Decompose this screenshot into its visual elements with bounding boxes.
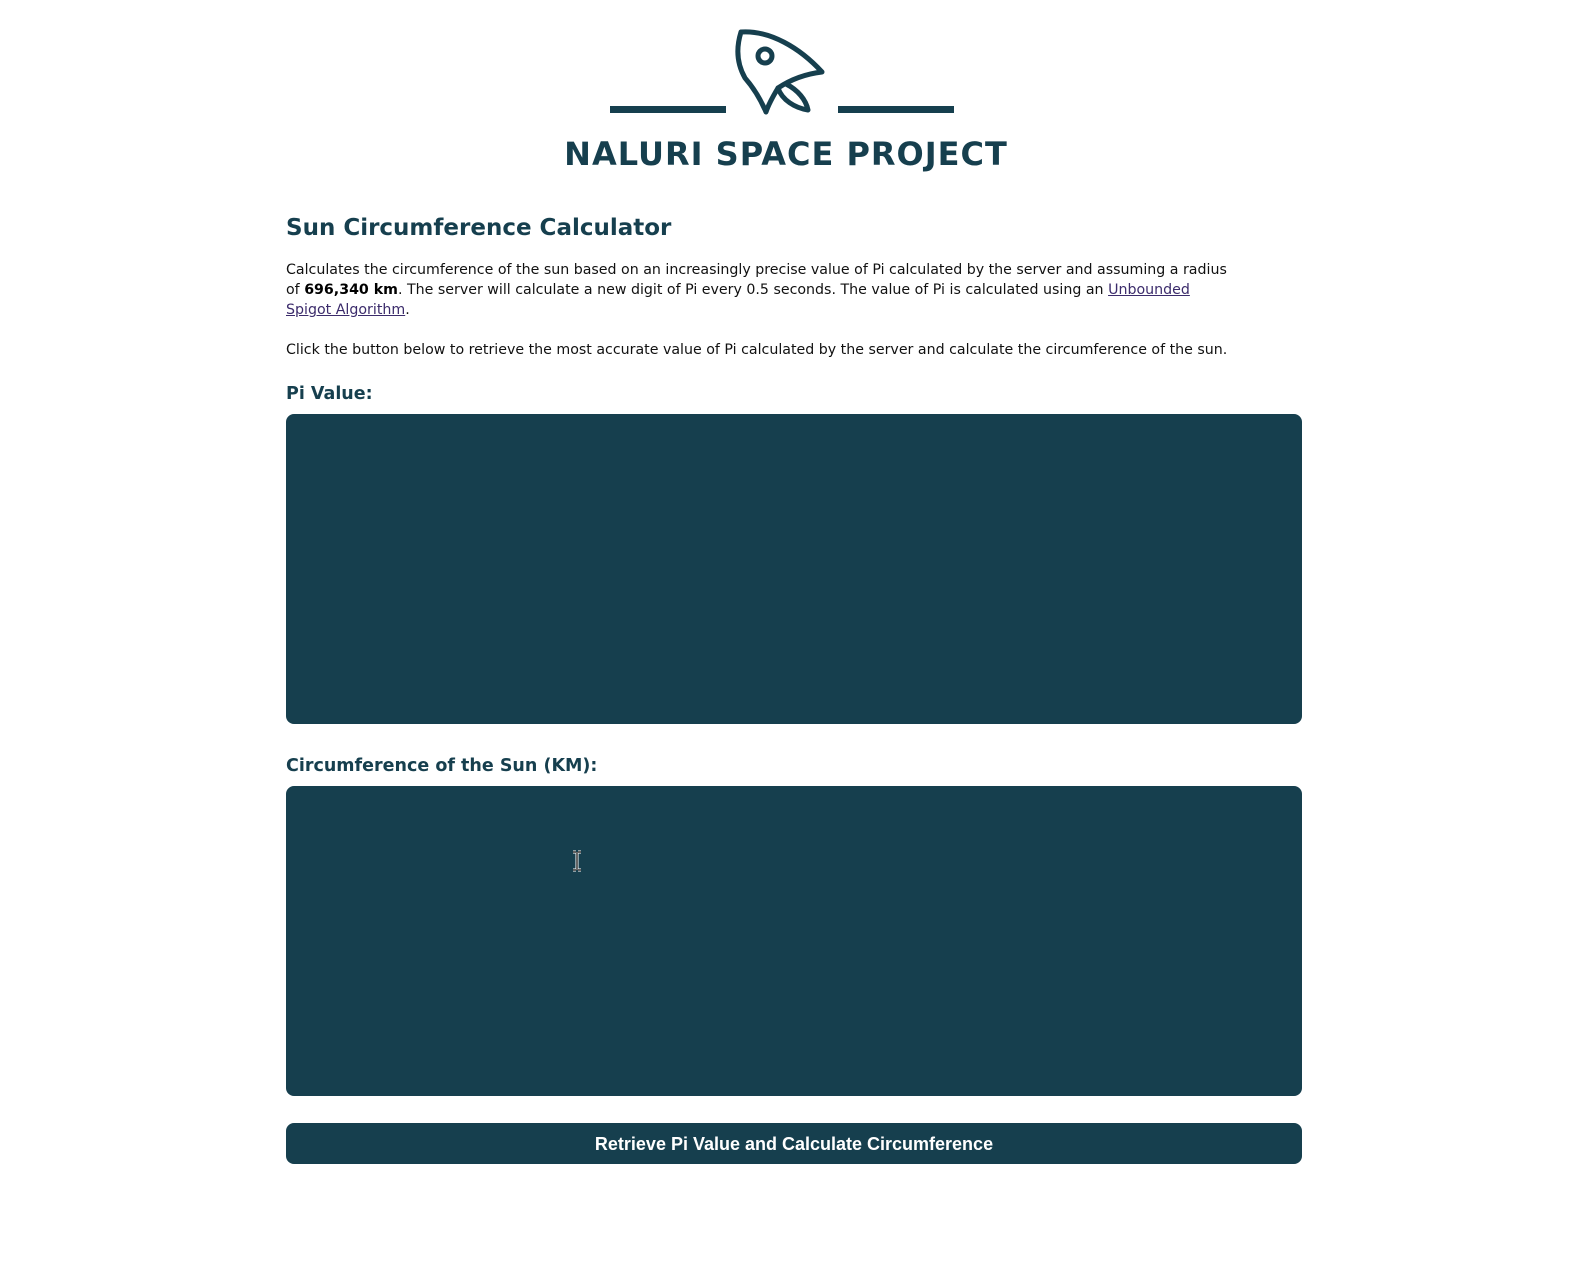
rocket-icon [610,29,954,115]
description-text: Calculates the circumference of the sun … [286,260,1231,320]
page-title: Sun Circumference Calculator [286,215,672,241]
brand-logo: NALURI SPACE PROJECT [0,0,1572,190]
description-part-2: . The server will calculate a new digit … [397,282,1109,298]
pi-value-label: Pi Value: [286,384,373,404]
calculate-button[interactable]: Retrieve Pi Value and Calculate Circumfe… [286,1123,1302,1164]
pi-value-output[interactable] [286,414,1302,724]
circumference-output[interactable] [286,786,1302,1096]
radius-value: 696,340 km [304,282,398,298]
instructions-text: Click the button below to retrieve the m… [286,342,1228,358]
circumference-label: Circumference of the Sun (KM): [286,756,598,776]
brand-title: NALURI SPACE PROJECT [564,135,1008,173]
text-cursor-icon [573,850,581,872]
description-part-3: . [405,302,410,318]
calculator-section: Sun Circumference Calculator Calculates … [286,208,1302,1164]
